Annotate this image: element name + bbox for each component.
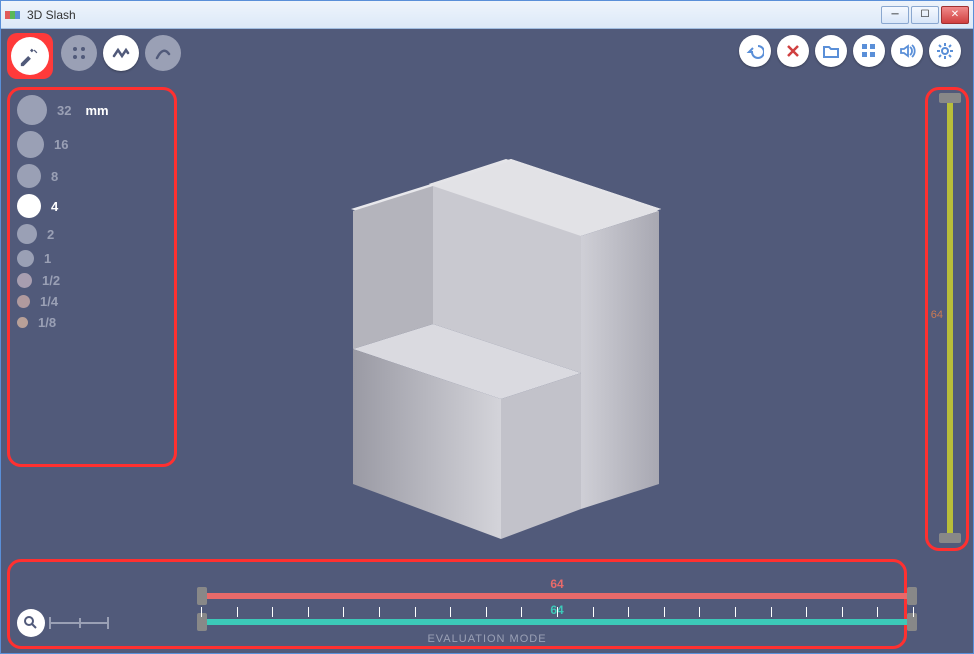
titlebar: 3D Slash ─ ☐ ✕ [1,1,973,29]
grid-icon [861,43,877,59]
hammer-tool-button[interactable] [7,33,53,79]
open-button[interactable] [815,35,847,67]
zoom-button[interactable] [17,609,45,637]
size-label: 1/2 [42,273,60,288]
size-unit: mm [85,103,108,118]
size-item-quarter[interactable]: 1/4 [17,294,109,309]
size-item-eighth[interactable]: 1/8 [17,315,109,330]
zigzag-icon [112,44,130,62]
vertical-slider-handle-top[interactable] [939,93,961,103]
size-label: 1/4 [40,294,58,309]
zigzag-tool-button[interactable] [103,35,139,71]
settings-button[interactable] [929,35,961,67]
size-list: 32 mm 16 8 4 2 1 1/2 1/4 1/8 [17,95,109,336]
speaker-icon [898,42,916,60]
close-button[interactable]: ✕ [941,6,969,24]
delete-button[interactable] [777,35,809,67]
dots-icon [71,45,87,61]
horizontal-slider-teal[interactable]: 64 [201,619,913,625]
viewport[interactable]: 32 mm 16 8 4 2 1 1/2 1/4 1/8 64 64 64 EVA… [1,29,973,653]
sound-button[interactable] [891,35,923,67]
curve-icon [154,44,172,62]
window-title: 3D Slash [27,8,881,22]
minimize-button[interactable]: ─ [881,6,909,24]
undo-button[interactable] [739,35,771,67]
size-label: 4 [51,199,58,214]
slider-red-label: 64 [550,577,563,591]
vertical-slider-handle-bottom[interactable] [939,533,961,543]
x-icon [785,43,801,59]
size-label: 1 [44,251,51,266]
zoom-slider[interactable] [49,622,109,624]
size-item-2[interactable]: 2 [17,224,109,244]
model-3d[interactable] [261,129,681,559]
size-item-1[interactable]: 1 [17,250,109,267]
evaluation-mode-label: EVALUATION MODE [427,633,546,645]
slider-ticks [201,597,913,617]
size-label: 8 [51,169,58,184]
folder-icon [822,42,840,60]
size-label: 2 [47,227,54,242]
magnifier-icon [23,615,39,631]
maximize-button[interactable]: ☐ [911,6,939,24]
size-label: 16 [54,137,68,152]
grid-button[interactable] [853,35,885,67]
hammer-icon [19,45,41,67]
size-item-16[interactable]: 16 [17,131,109,158]
dots-tool-button[interactable] [61,35,97,71]
size-item-32[interactable]: 32 mm [17,95,109,125]
vertical-slider[interactable] [947,101,953,537]
size-item-half[interactable]: 1/2 [17,273,109,288]
undo-icon [746,42,764,60]
gear-icon [936,42,954,60]
size-label: 1/8 [38,315,56,330]
curve-tool-button[interactable] [145,35,181,71]
app-icon [5,7,21,23]
size-item-4[interactable]: 4 [17,194,109,218]
vertical-slider-label: 64 [931,309,943,321]
size-label: 32 [57,103,71,118]
size-item-8[interactable]: 8 [17,164,109,188]
